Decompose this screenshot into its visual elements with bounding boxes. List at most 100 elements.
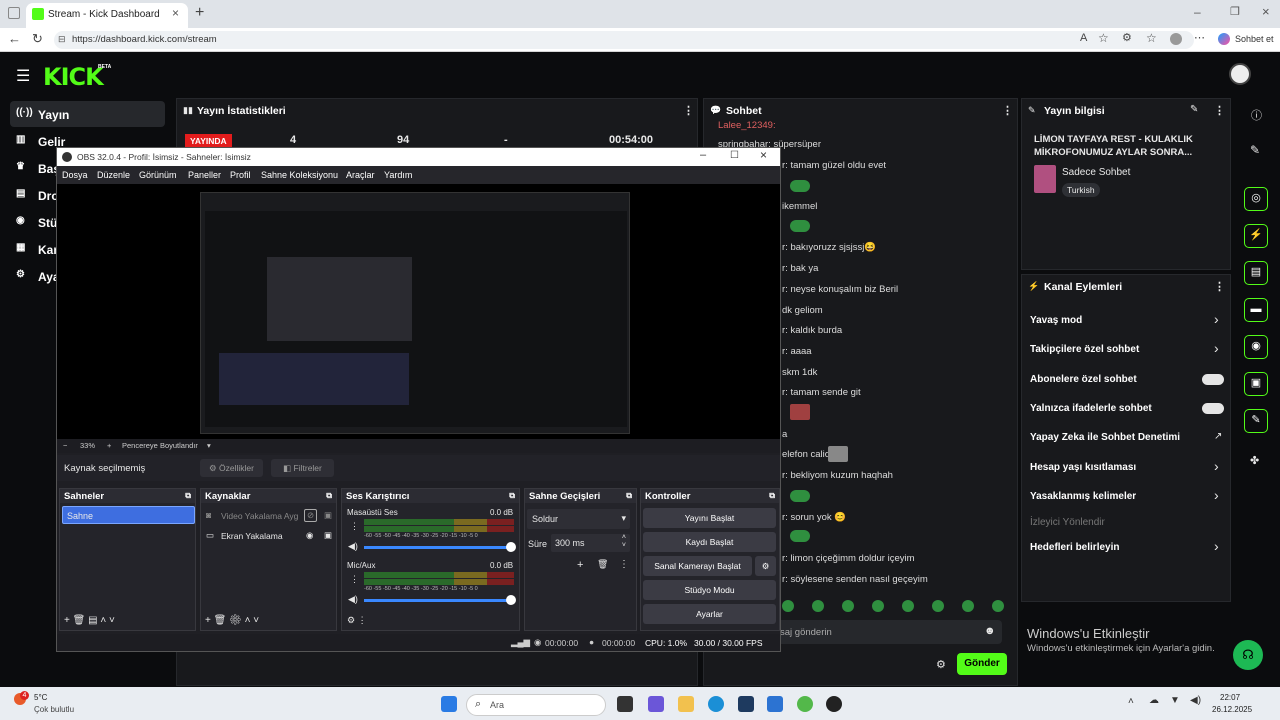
rail-apps-icon[interactable]: ✤ (1250, 454, 1259, 467)
emote-only-toggle[interactable] (1202, 403, 1224, 414)
remove-source-icon[interactable]: 🗑 (214, 615, 229, 626)
source-settings-icon[interactable]: ⚙ (229, 615, 244, 626)
chevron-right-icon[interactable]: › (1214, 340, 1219, 356)
add-source-icon[interactable]: + (205, 615, 214, 626)
chat-settings-icon[interactable]: ⚙ (936, 658, 946, 671)
obs-maximize-icon[interactable]: ☐ (730, 150, 739, 161)
rail-wrench-button[interactable]: ✎ (1244, 409, 1268, 433)
transition-select[interactable]: Soldur ▾ (527, 509, 630, 529)
edge-icon[interactable] (708, 696, 724, 712)
menu-profile[interactable]: Profil (230, 170, 251, 180)
clock-time[interactable]: 22:07 (1220, 693, 1240, 702)
chevron-right-icon[interactable]: › (1214, 487, 1219, 503)
chevron-right-icon[interactable]: › (1214, 311, 1219, 327)
rail-lightning-button[interactable]: ⚡ (1244, 224, 1268, 248)
ai-moderation-row[interactable]: Yapay Zeka ile Sohbet Denetimi (1030, 432, 1180, 443)
stats-menu-icon[interactable]: ⋮ (683, 104, 694, 117)
chat-menu-icon[interactable]: ⋮ (1002, 104, 1013, 117)
obs-app-icon[interactable] (826, 696, 842, 712)
rail-save-button[interactable]: ▣ (1244, 372, 1268, 396)
nav-item-stream[interactable]: ((·)) Yayın (14, 103, 164, 127)
emote-icon[interactable] (902, 600, 914, 612)
extensions-icon[interactable]: ⚙ (1122, 31, 1132, 44)
rail-note-button[interactable]: ▤ (1244, 261, 1268, 285)
menu-docks[interactable]: Paneller (188, 170, 221, 180)
emote-icon[interactable] (962, 600, 974, 612)
menu-edit[interactable]: Düzenle (97, 170, 130, 180)
remove-scene-icon[interactable]: 🗑 (73, 615, 88, 626)
tray-chevron-icon[interactable]: ˄ (1128, 696, 1134, 707)
speaker-icon[interactable]: ◀) (348, 541, 358, 552)
desktop-audio-volume-slider[interactable] (364, 546, 509, 549)
pencil-icon[interactable]: ✎ (1250, 143, 1260, 157)
properties-button[interactable]: ⚙ Özellikler (200, 459, 263, 477)
tab-actions-icon[interactable] (8, 7, 20, 19)
move-down-icon[interactable]: ˅ (109, 615, 115, 626)
obs-minimize-icon[interactable]: – (700, 149, 706, 161)
move-down-icon[interactable]: ˅ (253, 615, 259, 626)
info-icon[interactable]: ⓘ (1251, 107, 1262, 123)
clock-date[interactable]: 26.12.2025 (1212, 705, 1252, 714)
file-explorer-icon[interactable] (678, 696, 694, 712)
emote-icon[interactable] (782, 600, 794, 612)
filters-button[interactable]: ◧ Filtreler (271, 459, 334, 477)
assistant-fab-button[interactable]: ☊ (1233, 640, 1263, 670)
favorites-icon[interactable]: ☆ (1146, 31, 1157, 45)
edit-icon[interactable]: ✎ (1190, 104, 1198, 115)
mic-menu-icon[interactable]: ⋮ (350, 574, 359, 585)
taskbar-search[interactable]: ⌕ Ara (466, 694, 606, 716)
obs-preview[interactable] (57, 184, 780, 439)
rail-camera-button[interactable]: ◎ (1244, 187, 1268, 211)
obs-close-icon[interactable]: × (760, 148, 767, 162)
settings-button[interactable]: Ayarlar (643, 604, 776, 624)
desktop-audio-menu-icon[interactable]: ⋮ (350, 521, 359, 532)
lock-icon[interactable]: ▣ (324, 510, 332, 521)
dock-undock-icon[interactable]: ⧉ (185, 491, 191, 501)
close-window-icon[interactable]: × (1262, 4, 1270, 19)
sohbet-et-button[interactable]: Sohbet et (1235, 34, 1274, 44)
banned-words-row[interactable]: Yasaklanmış kelimeler (1030, 491, 1136, 502)
reload-icon[interactable]: ↻ (32, 31, 43, 47)
store-icon[interactable] (738, 696, 754, 712)
kick-logo[interactable]: KICK (43, 63, 104, 91)
emoji-icon[interactable]: ☻ (984, 625, 996, 637)
slow-mode-row[interactable]: Yavaş mod (1030, 315, 1082, 326)
rail-broadcast-button[interactable]: ◉ (1244, 335, 1268, 359)
transition-menu-icon[interactable]: ⋮ (619, 559, 629, 570)
visibility-hidden-icon[interactable]: ⊘ (304, 509, 318, 522)
account-age-row[interactable]: Hesap yaşı kısıtlaması (1030, 462, 1136, 473)
emote-icon[interactable] (842, 600, 854, 612)
emote-icon[interactable] (992, 600, 1004, 612)
slider-handle[interactable] (506, 595, 516, 605)
menu-file[interactable]: Dosya (62, 170, 88, 180)
dock-undock-icon[interactable]: ⧉ (509, 491, 515, 501)
maximize-window-icon[interactable]: ❐ (1230, 5, 1240, 18)
source-item[interactable]: ▭ Ekran Yakalama ◉ ▣ (203, 528, 336, 544)
duration-input[interactable]: 300 ms ˄ ˅ (551, 534, 630, 552)
favorite-icon[interactable]: ☆ (1098, 31, 1109, 45)
menu-tools[interactable]: Araçlar (346, 170, 375, 180)
zoom-in-icon[interactable]: + (107, 441, 111, 450)
lock-icon[interactable]: ▣ (324, 530, 332, 541)
chat-input[interactable]: saj gönderin ☻ (776, 620, 1002, 644)
minimize-window-icon[interactable]: – (1194, 5, 1201, 19)
scene-filter-icon[interactable]: ▤ (88, 615, 100, 626)
read-aloud-icon[interactable]: A (1080, 32, 1087, 44)
stream-info-menu-icon[interactable]: ⋮ (1214, 104, 1225, 117)
start-menu-icon[interactable] (441, 696, 457, 712)
channel-actions-menu-icon[interactable]: ⋮ (1214, 280, 1225, 293)
zoom-out-icon[interactable]: − (63, 441, 67, 450)
url-input[interactable]: ⊟ https://dashboard.kick.com/stream (54, 31, 1194, 49)
menu-scene-collection[interactable]: Sahne Koleksiyonu (261, 170, 338, 180)
mail-icon[interactable] (767, 696, 783, 712)
mic-volume-slider[interactable] (364, 599, 509, 602)
add-transition-icon[interactable]: + (577, 559, 583, 571)
menu-view[interactable]: Görünüm (139, 170, 177, 180)
menu-help[interactable]: Yardım (384, 170, 412, 180)
kick-app-icon[interactable] (797, 696, 813, 712)
dock-undock-icon[interactable]: ⧉ (326, 491, 332, 501)
rail-chat-button[interactable]: ▬ (1244, 298, 1268, 322)
move-up-icon[interactable]: ˄ (100, 615, 109, 626)
dock-undock-icon[interactable]: ⧉ (769, 491, 775, 501)
source-item[interactable]: ◙ Video Yakalama Ayg ⊘ ▣ (203, 508, 336, 524)
